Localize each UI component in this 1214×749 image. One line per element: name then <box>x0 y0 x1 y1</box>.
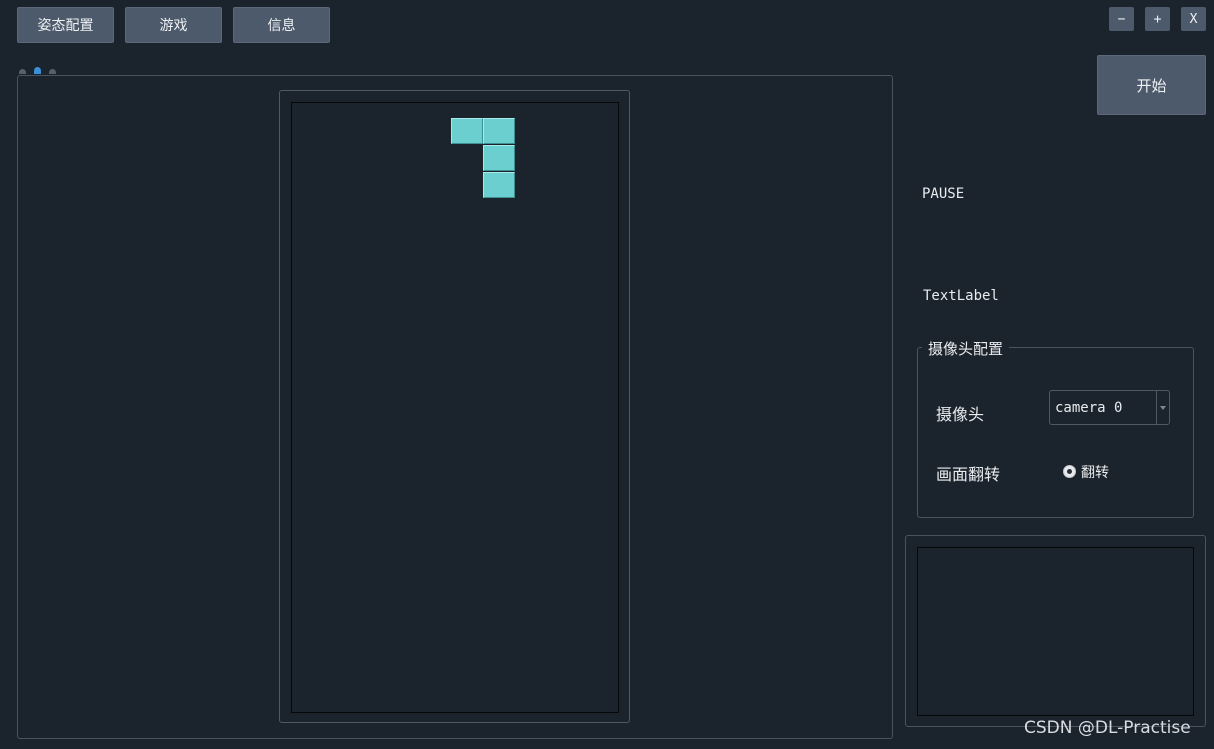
text-label: TextLabel <box>923 288 999 304</box>
start-button[interactable]: 开始 <box>1097 55 1206 115</box>
tab-game[interactable]: 游戏 <box>125 7 222 43</box>
game-status-label: PAUSE <box>922 186 965 202</box>
chevron-down-icon[interactable] <box>1160 406 1166 410</box>
flip-radio-label[interactable]: 翻转 <box>1081 462 1109 482</box>
page-dot[interactable] <box>49 69 56 74</box>
tab-info[interactable]: 信息 <box>233 7 330 43</box>
flip-radio[interactable] <box>1063 465 1076 478</box>
radio-checked-indicator <box>1067 469 1072 474</box>
tetromino-block <box>451 118 483 144</box>
combo-separator <box>1156 391 1157 424</box>
maximize-button[interactable]: + <box>1145 7 1170 31</box>
camera-config-title: 摄像头配置 <box>922 338 1010 359</box>
camera-select-value: camera 0 <box>1055 400 1123 416</box>
camera-config-group <box>917 347 1194 518</box>
camera-preview <box>917 547 1194 716</box>
tetromino-block <box>483 145 515 171</box>
flip-label: 画面翻转 <box>936 465 1001 484</box>
page-dot[interactable] <box>19 69 26 74</box>
minimize-button[interactable]: − <box>1109 7 1134 31</box>
tab-pose-config[interactable]: 姿态配置 <box>17 7 114 43</box>
tetris-board <box>291 102 619 713</box>
camera-select[interactable]: camera 0 <box>1049 390 1170 425</box>
page-indicator <box>19 67 59 75</box>
tetromino-block <box>483 172 515 198</box>
watermark: CSDN @DL-Practise <box>1024 718 1191 738</box>
tetromino-block <box>483 118 515 144</box>
page-dot-active[interactable] <box>34 67 41 74</box>
close-button[interactable]: X <box>1181 7 1206 31</box>
camera-label: 摄像头 <box>936 405 985 424</box>
